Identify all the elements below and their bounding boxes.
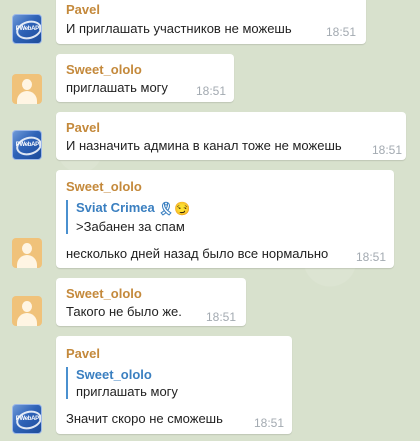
message-bubble[interactable]: Sweet_ololo Sviat Crimea 🎗😏 >Забанен за с… [56, 170, 394, 268]
avatar-pavel-logo-text: PWebAPI [15, 26, 41, 32]
avatar-head-shape [22, 301, 32, 312]
avatar-sweet-ololo[interactable] [12, 74, 42, 104]
chat-history[interactable]: PWebAPI Pavel И приглашать участников не… [0, 0, 420, 441]
reply-sender-emoji: 🎗😏 [157, 200, 191, 216]
avatar-body-shape [17, 255, 37, 268]
message-text: И приглашать участников не можешь [66, 21, 292, 36]
sender-name[interactable]: Sweet_ololo [66, 179, 142, 194]
avatar-head-shape [22, 79, 32, 90]
message-text: Такого не было же. [66, 304, 182, 319]
message-bubble[interactable]: Pavel И приглашать участников не можешь … [56, 0, 366, 44]
message-text: несколько дней назад было все нормально [66, 246, 329, 261]
reply-quote[interactable]: Sweet_ololo приглашать могу [66, 367, 178, 399]
reply-text: >Забанен за спам [76, 218, 185, 234]
message-text: приглашать могу [66, 80, 168, 95]
avatar-pavel-logo-text: PWebAPI [15, 416, 41, 422]
message-time: 18:51 [372, 143, 403, 157]
reply-sender-name: Sviat Crimea 🎗😏 [76, 200, 190, 217]
reply-text: приглашать могу [76, 384, 178, 399]
avatar-pavel-logo-text: PWebAPI [15, 142, 41, 148]
avatar-pavel[interactable]: PWebAPI [12, 130, 42, 160]
message-text: И назначить админа в канал тоже не можеш… [66, 138, 342, 153]
message-time: 18:51 [196, 84, 227, 98]
message-bubble[interactable]: Pavel И назначить админа в канал тоже не… [56, 112, 406, 160]
message-time: 18:51 [356, 250, 387, 264]
avatar-body-shape [17, 313, 37, 326]
sender-name[interactable]: Pavel [66, 2, 100, 17]
sender-name[interactable]: Sweet_ololo [66, 286, 142, 301]
message-bubble[interactable]: Sweet_ololo приглашать могу 18:51 [56, 54, 234, 102]
avatar-head-shape [22, 243, 32, 254]
message-text: Значит скоро не сможешь [66, 411, 223, 426]
avatar-sweet-ololo[interactable] [12, 238, 42, 268]
sender-name[interactable]: Sweet_ololo [66, 62, 142, 77]
message-bubble[interactable]: Pavel Sweet_ololo приглашать могу Значит… [56, 336, 292, 434]
message-time: 18:51 [326, 25, 357, 39]
avatar-body-shape [17, 91, 37, 104]
message-time: 18:51 [254, 416, 285, 430]
avatar-pavel[interactable]: PWebAPI [12, 404, 42, 434]
reply-sender-name-text: Sviat Crimea [76, 200, 155, 215]
reply-sender-name: Sweet_ololo [76, 367, 152, 382]
reply-quote[interactable]: Sviat Crimea 🎗😏 >Забанен за спам [66, 200, 190, 234]
sender-name[interactable]: Pavel [66, 346, 100, 361]
avatar-pavel[interactable]: PWebAPI [12, 14, 42, 44]
message-bubble[interactable]: Sweet_ololo Такого не было же. 18:51 [56, 278, 246, 326]
message-time: 18:51 [206, 310, 237, 324]
sender-name[interactable]: Pavel [66, 120, 100, 135]
avatar-sweet-ololo[interactable] [12, 296, 42, 326]
